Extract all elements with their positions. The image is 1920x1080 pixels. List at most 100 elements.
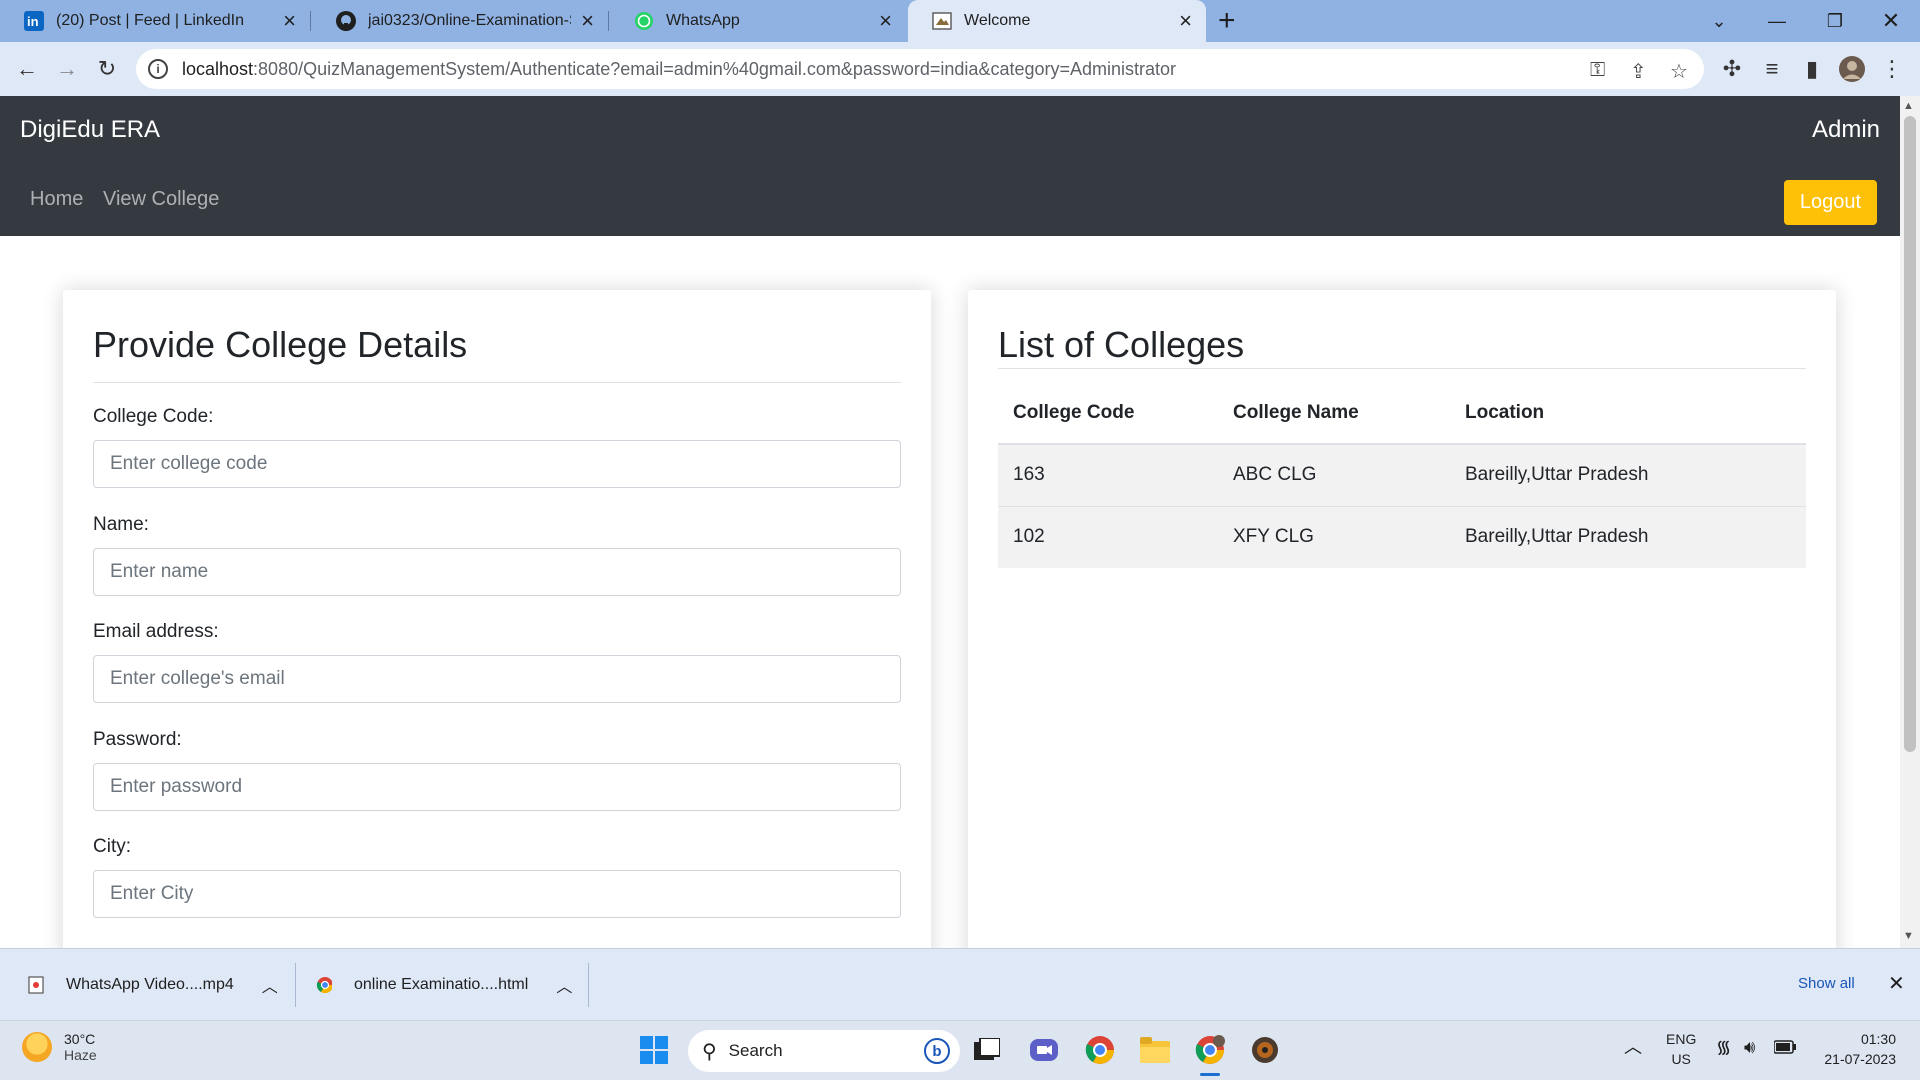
chevron-up-icon[interactable]: ︿ [556, 973, 572, 997]
divider [93, 382, 901, 383]
scrollbar-thumb[interactable] [1904, 116, 1916, 752]
chrome-profile-icon[interactable] [1193, 1033, 1227, 1067]
divider [998, 368, 1806, 369]
linkedin-icon: in [24, 11, 44, 31]
divider [588, 963, 589, 1007]
show-hidden-icons-chevron[interactable]: ︿ [1624, 1037, 1642, 1057]
file-explorer-icon[interactable] [1138, 1033, 1172, 1067]
column-header-location: Location [1450, 382, 1806, 445]
page-icon [932, 11, 952, 31]
cell-college-name: ABC CLG [1218, 443, 1450, 506]
scroll-up-icon[interactable]: ▲ [1903, 100, 1914, 112]
svg-text:in: in [27, 14, 39, 29]
language-code: ENG [1666, 1031, 1697, 1047]
close-downloads-icon[interactable]: ✕ [1888, 971, 1905, 996]
name-label: Name: [93, 514, 149, 535]
bookmark-star-icon[interactable]: ☆ [1670, 59, 1688, 84]
cell-college-code: 102 [998, 505, 1218, 568]
close-tab-icon[interactable]: × [283, 10, 296, 32]
address-bar[interactable]: i localhost:8080/QuizManagementSystem/Au… [136, 49, 1704, 89]
chrome-icon[interactable] [1083, 1033, 1117, 1067]
window-close-icon[interactable]: ✕ [1862, 0, 1920, 42]
city-input[interactable] [93, 870, 901, 918]
email-label: Email address: [93, 621, 219, 642]
reload-icon[interactable]: ↻ [92, 54, 122, 84]
clock-time: 01:30 [1860, 1031, 1896, 1047]
wifi-icon[interactable]: ᯾ [1716, 1037, 1731, 1057]
back-icon[interactable]: ← [12, 54, 42, 84]
email-input[interactable] [93, 655, 901, 703]
close-tab-icon[interactable]: × [1179, 10, 1192, 32]
teams-chat-icon[interactable] [1027, 1033, 1061, 1067]
close-tab-icon[interactable]: × [879, 10, 892, 32]
weather-temp: 30°C [64, 1031, 96, 1047]
download-item[interactable]: online Examinatio....html ︿ [316, 949, 572, 1021]
list-title: List of Colleges [998, 324, 1245, 365]
weather-condition: Haze [64, 1047, 97, 1063]
github-icon [336, 11, 356, 31]
app-shield-icon[interactable] [1248, 1033, 1282, 1067]
menu-kebab-icon[interactable]: ⋮ [1877, 54, 1907, 84]
scroll-down-icon[interactable]: ▼ [1903, 930, 1914, 942]
table-row: 102 XFY CLG Bareilly,Uttar Pradesh [998, 505, 1806, 568]
url-text: localhost:8080/QuizManagementSystem/Auth… [182, 58, 1177, 79]
browser-tab-strip: in (20) Post | Feed | LinkedIn × jai0323… [0, 0, 1920, 42]
bing-icon[interactable]: b [924, 1038, 950, 1064]
volume-icon[interactable]: 🔊︎ [1744, 1037, 1755, 1057]
minimize-icon[interactable]: — [1748, 0, 1806, 42]
password-label: Password: [93, 729, 182, 750]
table-row: 163 ABC CLG Bareilly,Uttar Pradesh [998, 443, 1806, 506]
brand-logo-text[interactable]: DigiEdu ERA [20, 116, 160, 144]
column-header-code: College Code [998, 382, 1218, 445]
downloads-bar: WhatsApp Video....mp4 ︿ online Examinati… [0, 948, 1920, 1020]
college-code-input[interactable] [93, 440, 901, 488]
close-tab-icon[interactable]: × [581, 10, 594, 32]
tab-welcome[interactable]: Welcome × [908, 0, 1206, 42]
task-view-icon[interactable] [970, 1033, 1004, 1067]
table-header-row: College Code College Name Location [998, 382, 1806, 445]
page-scrollbar[interactable]: ▲ ▼ [1900, 96, 1920, 948]
whatsapp-icon [634, 11, 654, 31]
language-indicator[interactable]: ENG US [1666, 1029, 1696, 1069]
forward-icon[interactable]: → [52, 54, 82, 84]
search-icon: ⚲ [702, 1040, 717, 1063]
download-item[interactable]: WhatsApp Video....mp4 ︿ [28, 949, 278, 1021]
password-input[interactable] [93, 763, 901, 811]
show-all-downloads-link[interactable]: Show all [1798, 975, 1855, 992]
logout-button[interactable]: Logout [1784, 180, 1877, 225]
site-info-icon[interactable]: i [148, 59, 168, 79]
profile-avatar[interactable] [1837, 54, 1867, 84]
tab-search-chevron-icon[interactable]: ⌄ [1690, 0, 1748, 42]
tab-linkedin[interactable]: in (20) Post | Feed | LinkedIn × [0, 0, 310, 42]
clock[interactable]: 01:30 21-07-2023 [1812, 1029, 1896, 1069]
taskbar-search-box[interactable]: ⚲ Search b [688, 1030, 960, 1072]
password-key-icon[interactable]: ⚿ [1590, 59, 1605, 82]
battery-icon[interactable] [1773, 1039, 1796, 1059]
weather-widget[interactable]: 30°C Haze [22, 1031, 97, 1063]
tab-divider [608, 11, 609, 31]
extensions-icon[interactable]: ✣ [1717, 54, 1747, 84]
tab-title: (20) Post | Feed | LinkedIn [56, 12, 244, 29]
tab-whatsapp[interactable]: WhatsApp × [610, 0, 906, 42]
college-code-label: College Code: [93, 406, 214, 427]
chrome-file-icon [316, 977, 332, 994]
windows-start-icon[interactable] [637, 1033, 671, 1067]
cell-location: Bareilly,Uttar Pradesh [1450, 505, 1806, 568]
column-header-name: College Name [1218, 382, 1450, 445]
cell-location: Bareilly,Uttar Pradesh [1450, 443, 1806, 506]
side-panel-icon[interactable]: ▮ [1797, 54, 1827, 84]
browser-toolbar: ← → ↻ i localhost:8080/QuizManagementSys… [0, 42, 1920, 96]
user-label: Admin [1811, 116, 1880, 143]
windows-taskbar: 30°C Haze ⚲ Search b ︿ ENG US ᯾ 🔊︎ 01:30… [0, 1020, 1920, 1080]
name-input[interactable] [93, 548, 901, 596]
share-icon[interactable]: ⇪ [1630, 59, 1647, 84]
media-controls-icon[interactable]: ≡ [1757, 54, 1787, 84]
restore-icon[interactable]: ❐ [1806, 0, 1864, 42]
college-list-card: List of Colleges College Code College Na… [968, 290, 1836, 948]
tab-github[interactable]: jai0323/Online-Examination-Syst × [312, 0, 608, 42]
chevron-up-icon[interactable]: ︿ [262, 973, 278, 997]
nav-link-home[interactable]: Home [30, 188, 83, 211]
nav-link-view-college[interactable]: View College [103, 188, 219, 211]
divider [295, 963, 296, 1007]
new-tab-icon[interactable]: + [1218, 4, 1236, 38]
